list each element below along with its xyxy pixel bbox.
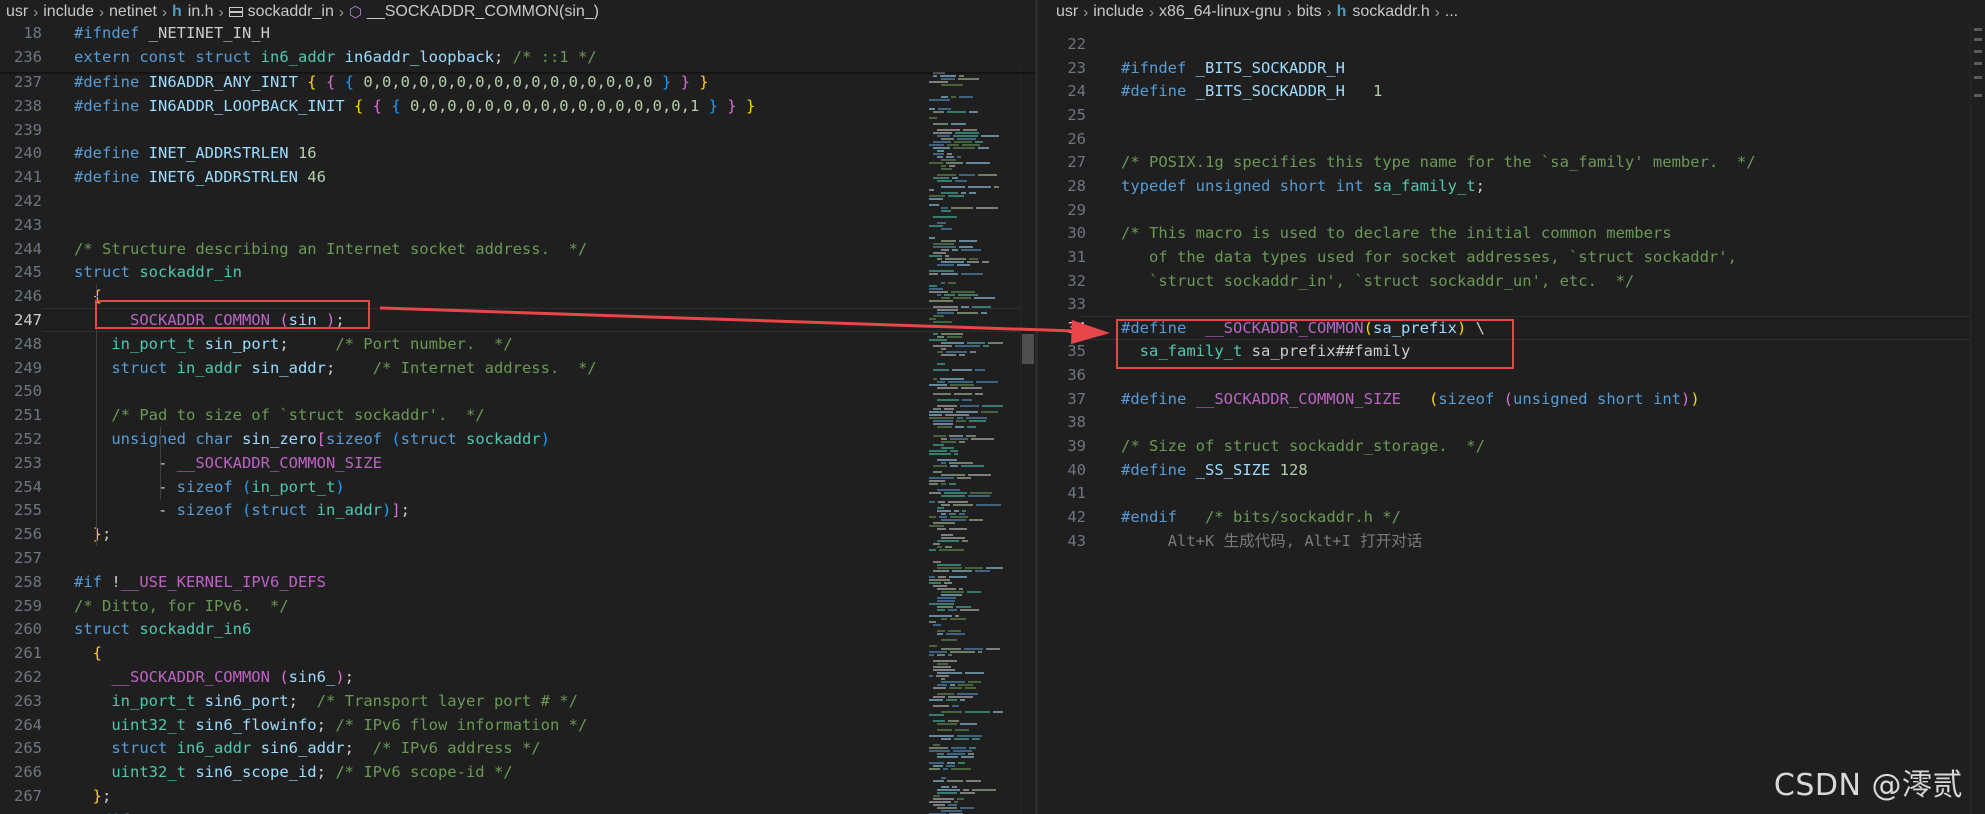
watermark: CSDN @澪贰	[1773, 768, 1963, 803]
annotation-arrow	[379, 306, 1110, 344]
arrow-head	[1071, 320, 1110, 344]
arrow-shaft	[379, 306, 1076, 333]
